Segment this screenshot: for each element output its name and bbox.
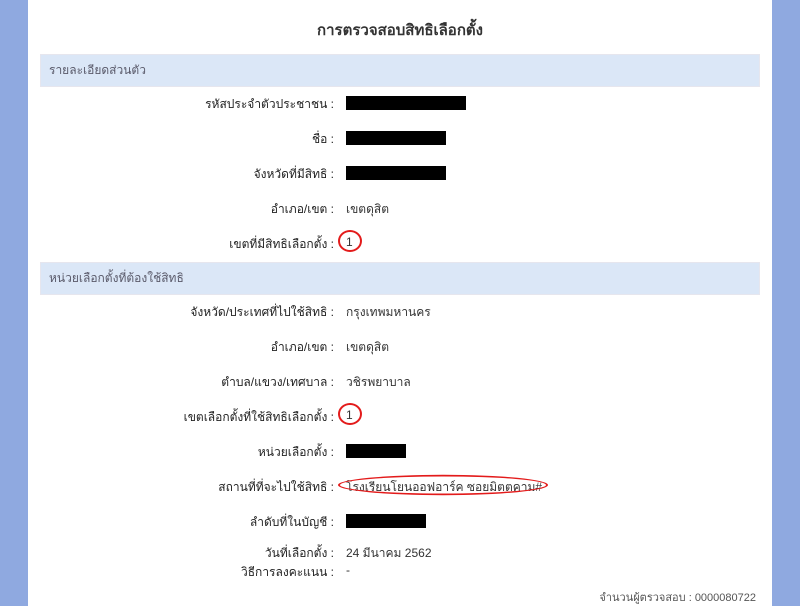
row-district2: อำเภอ/เขต : เขตดุสิต bbox=[40, 330, 760, 365]
section-personal-header: รายละเอียดส่วนตัว bbox=[40, 54, 760, 87]
value-province2: กรุงเทพมหานคร bbox=[340, 303, 760, 322]
redacted-name bbox=[346, 131, 446, 145]
value-constituency: 1 bbox=[340, 235, 760, 254]
row-order: ลำดับที่ในบัญชี : bbox=[40, 505, 760, 540]
label-province2: จังหวัด/ประเทศที่ไปใช้สิทธิ : bbox=[40, 303, 340, 322]
row-constituency2: เขตเลือกตั้งที่ใช้สิทธิเลือกตั้ง : 1 bbox=[40, 400, 760, 435]
redacted-unit bbox=[346, 444, 406, 458]
row-place: สถานที่ที่จะไปใช้สิทธิ : โรงเรียนโยนออฟอ… bbox=[40, 470, 760, 505]
row-name: ชื่อ : bbox=[40, 122, 760, 157]
row-date: วันที่เลือกตั้ง : 24 มีนาคม 2562 bbox=[40, 540, 760, 563]
value-subdistrict: วชิรพยาบาล bbox=[340, 373, 760, 392]
label-method: วิธีการลงคะแนน : bbox=[40, 563, 340, 582]
section-unit-header: หน่วยเลือกตั้งที่ต้องใช้สิทธิ bbox=[40, 262, 760, 295]
redacted-province bbox=[346, 166, 446, 180]
label-district2: อำเภอ/เขต : bbox=[40, 338, 340, 357]
label-date: วันที่เลือกตั้ง : bbox=[40, 544, 340, 563]
label-district: อำเภอ/เขต : bbox=[40, 200, 340, 219]
row-constituency: เขตที่มีสิทธิเลือกตั้ง : 1 bbox=[40, 227, 760, 262]
value-constituency2: 1 bbox=[340, 408, 760, 427]
label-citizen-id: รหัสประจำตัวประชาชน : bbox=[40, 95, 340, 114]
row-citizen-id: รหัสประจำตัวประชาชน : bbox=[40, 87, 760, 122]
value-date: 24 มีนาคม 2562 bbox=[340, 544, 760, 563]
redacted-citizen-id bbox=[346, 96, 466, 110]
row-province2: จังหวัด/ประเทศที่ไปใช้สิทธิ : กรุงเทพมหา… bbox=[40, 295, 760, 330]
label-place: สถานที่ที่จะไปใช้สิทธิ : bbox=[40, 478, 340, 497]
row-unit: หน่วยเลือกตั้ง : bbox=[40, 435, 760, 470]
redacted-order bbox=[346, 514, 426, 528]
footer-counter: จำนวนผู้ตรวจสอบ : 0000080722 bbox=[40, 586, 760, 606]
value-place: โรงเรียนโยนออฟอาร์ค ซอยมิตตคาม# bbox=[340, 478, 760, 497]
value-method: - bbox=[340, 563, 760, 582]
page-title: การตรวจสอบสิทธิเลือกตั้ง bbox=[40, 10, 760, 54]
label-province: จังหวัดที่มีสิทธิ : bbox=[40, 165, 340, 184]
value-district: เขตดุสิต bbox=[340, 200, 760, 219]
row-province: จังหวัดที่มีสิทธิ : bbox=[40, 157, 760, 192]
row-subdistrict: ตำบล/แขวง/เทศบาล : วชิรพยาบาล bbox=[40, 365, 760, 400]
value-district2: เขตดุสิต bbox=[340, 338, 760, 357]
label-subdistrict: ตำบล/แขวง/เทศบาล : bbox=[40, 373, 340, 392]
label-unit: หน่วยเลือกตั้ง : bbox=[40, 443, 340, 462]
label-name: ชื่อ : bbox=[40, 130, 340, 149]
row-method: วิธีการลงคะแนน : - bbox=[40, 563, 760, 586]
label-constituency: เขตที่มีสิทธิเลือกตั้ง : bbox=[40, 235, 340, 254]
row-district: อำเภอ/เขต : เขตดุสิต bbox=[40, 192, 760, 227]
label-order: ลำดับที่ในบัญชี : bbox=[40, 513, 340, 532]
label-constituency2: เขตเลือกตั้งที่ใช้สิทธิเลือกตั้ง : bbox=[40, 408, 340, 427]
